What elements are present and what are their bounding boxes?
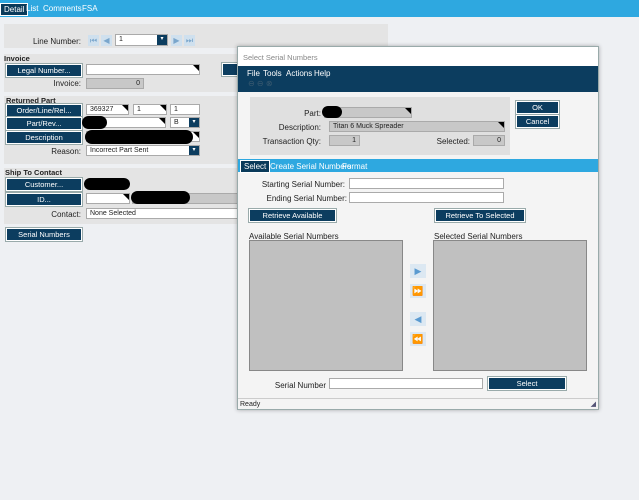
- move-all-left-icon[interactable]: ⏪: [410, 332, 426, 346]
- available-serial-list[interactable]: [249, 240, 403, 371]
- qty-label: Transaction Qty:: [262, 137, 321, 146]
- line-number-label: Line Number:: [32, 37, 81, 46]
- id-input[interactable]: [86, 193, 130, 204]
- tab-list[interactable]: List: [23, 3, 41, 14]
- menu-file[interactable]: File: [247, 69, 260, 78]
- tab-format[interactable]: Format: [339, 161, 370, 172]
- redaction: [85, 130, 193, 144]
- dialog-title: Select Serial Numbers: [238, 47, 598, 66]
- reason-label: Reason:: [51, 147, 81, 156]
- move-right-icon[interactable]: ▶: [410, 264, 426, 278]
- description-field: Titan 6 Muck Spreader: [329, 121, 505, 132]
- contact-select[interactable]: None Selected: [86, 208, 238, 219]
- hidden-button[interactable]: [221, 62, 239, 77]
- serial-number-label: Serial Number: [274, 381, 326, 390]
- redaction: [131, 191, 190, 204]
- tab-bar: Detail List Comments FSA: [0, 0, 639, 17]
- line-input[interactable]: 1: [133, 104, 167, 115]
- redaction: [84, 178, 130, 190]
- reason-select[interactable]: Incorrect Part Sent ▾: [86, 145, 200, 156]
- invoice-label: Invoice:: [53, 79, 81, 88]
- dialog-tab-bar: Select Create Serial Numbers Format: [238, 159, 598, 173]
- retrieve-to-selected-button[interactable]: Retrieve To Selected: [434, 208, 526, 223]
- serial-number-input[interactable]: [329, 378, 483, 389]
- serial-numbers-button[interactable]: Serial Numbers: [5, 227, 83, 242]
- selected-label: Selected:: [436, 137, 470, 146]
- description-label: Description:: [278, 123, 321, 132]
- line-number-value: 1: [119, 36, 123, 43]
- move-all-right-icon[interactable]: ⏩: [410, 284, 426, 298]
- menu-tools[interactable]: Tools: [263, 69, 282, 78]
- part-rev-button[interactable]: Part/Rev...: [5, 116, 83, 131]
- cancel-button[interactable]: Cancel: [515, 114, 560, 129]
- menu-bar: File Tools Actions Help ⊖ ⊖ ⊗: [238, 66, 598, 92]
- tab-select[interactable]: Select: [240, 160, 271, 173]
- invoice-field: 0: [86, 78, 144, 89]
- reason-value: Incorrect Part Sent: [90, 147, 149, 154]
- description-button[interactable]: Description: [5, 130, 83, 145]
- chevron-down-icon[interactable]: ▾: [189, 146, 199, 155]
- invoice-header: Invoice: [4, 54, 30, 63]
- release-input[interactable]: 1: [170, 104, 200, 115]
- tab-fsa[interactable]: FSA: [79, 3, 101, 14]
- legal-number-button[interactable]: Legal Number...: [5, 63, 83, 78]
- tab-comments[interactable]: Comments: [40, 3, 85, 14]
- status-text: Ready: [240, 401, 261, 408]
- part-label: Part:: [304, 109, 321, 118]
- menu-help[interactable]: Help: [314, 69, 330, 78]
- revision-select[interactable]: B ▾: [170, 117, 200, 128]
- contact-label: Contact:: [51, 210, 81, 219]
- last-record-icon[interactable]: ⏭: [184, 35, 195, 46]
- redaction: [322, 106, 342, 118]
- first-record-icon[interactable]: ⏮: [88, 35, 99, 46]
- starting-serial-label: Starting Serial Number:: [261, 180, 345, 189]
- starting-serial-input[interactable]: [349, 178, 504, 189]
- selected-serial-list[interactable]: [433, 240, 587, 371]
- next-record-icon[interactable]: ▶: [171, 35, 182, 46]
- revision-value: B: [174, 119, 179, 126]
- toolbar-icons: ⊖ ⊖ ⊗: [248, 79, 273, 88]
- retrieve-available-button[interactable]: Retrieve Available: [248, 208, 337, 223]
- ship-to-header: Ship To Contact: [5, 168, 62, 177]
- ending-serial-input[interactable]: [349, 192, 504, 203]
- ok-button[interactable]: OK: [515, 100, 560, 115]
- legal-number-input[interactable]: [86, 64, 200, 75]
- select-button[interactable]: Select: [487, 376, 567, 391]
- id-button[interactable]: ID...: [5, 192, 83, 207]
- move-left-icon[interactable]: ◀: [410, 312, 426, 326]
- menu-actions[interactable]: Actions: [286, 69, 312, 78]
- chevron-down-icon[interactable]: ▾: [189, 118, 199, 127]
- resize-grip-icon[interactable]: ◢: [591, 400, 596, 408]
- customer-button[interactable]: Customer...: [5, 177, 83, 192]
- qty-field: 1: [329, 135, 360, 146]
- selected-field: 0: [473, 135, 505, 146]
- ending-serial-label: Ending Serial Number:: [266, 194, 347, 203]
- status-bar: Ready: [238, 398, 598, 409]
- select-serial-numbers-dialog: Select Serial Numbers File Tools Actions…: [237, 46, 599, 410]
- order-line-rel-button[interactable]: Order/Line/Rel...: [5, 103, 83, 118]
- prev-record-icon[interactable]: ◀: [101, 35, 112, 46]
- chevron-down-icon[interactable]: ▾: [157, 35, 167, 45]
- order-input[interactable]: 369327: [86, 104, 129, 115]
- line-number-select[interactable]: 1 ▾: [115, 34, 168, 46]
- redaction: [82, 116, 107, 129]
